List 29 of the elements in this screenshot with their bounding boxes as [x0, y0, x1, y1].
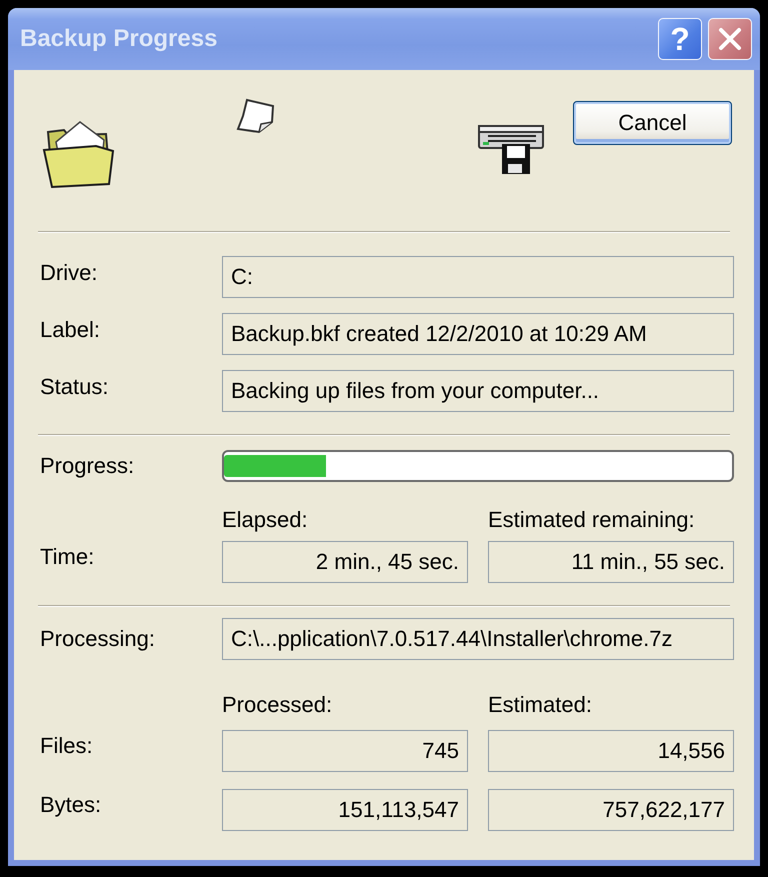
- readonly-field: Backup.bkf created 12/2/2010 at 10:29 AM: [222, 313, 734, 355]
- column-heading: Estimated remaining:: [488, 506, 696, 534]
- window-title: Backup Progress: [20, 25, 218, 53]
- readonly-field: C:\...pplication\7.0.517.44\Installer\chrome.7z: [222, 618, 734, 660]
- close-icon: [718, 27, 742, 51]
- column-heading: Estimated:: [488, 691, 593, 719]
- readonly-field: 2 min., 45 sec.: [222, 541, 468, 583]
- column-heading: Processed:: [222, 691, 334, 719]
- folder-icon: [42, 120, 115, 188]
- readonly-field: 745: [222, 730, 468, 772]
- readonly-field: 151,113,547: [222, 789, 468, 831]
- cancel-button[interactable]: Cancel: [573, 101, 732, 145]
- field-label: Bytes:: [40, 792, 102, 819]
- field-label: Time:: [40, 544, 96, 571]
- readonly-field: 14,556: [488, 730, 734, 772]
- field-label: Drive:: [40, 260, 98, 287]
- readonly-field: Backing up files from your computer...: [222, 370, 734, 412]
- field-label: Progress:: [40, 453, 136, 479]
- field-label: Label:: [40, 317, 101, 344]
- readonly-field: 757,622,177: [488, 789, 734, 831]
- column-heading: Elapsed:: [222, 506, 309, 534]
- floppy-drive-icon: [478, 122, 545, 175]
- field-label: Files:: [40, 733, 94, 760]
- close-button[interactable]: [708, 18, 752, 60]
- readonly-field: 11 min., 55 sec.: [488, 541, 734, 583]
- paper-sheet-icon: [235, 98, 277, 135]
- field-label: Processing:: [40, 626, 156, 652]
- field-label: Status:: [40, 374, 110, 401]
- readonly-field: C:: [222, 256, 734, 298]
